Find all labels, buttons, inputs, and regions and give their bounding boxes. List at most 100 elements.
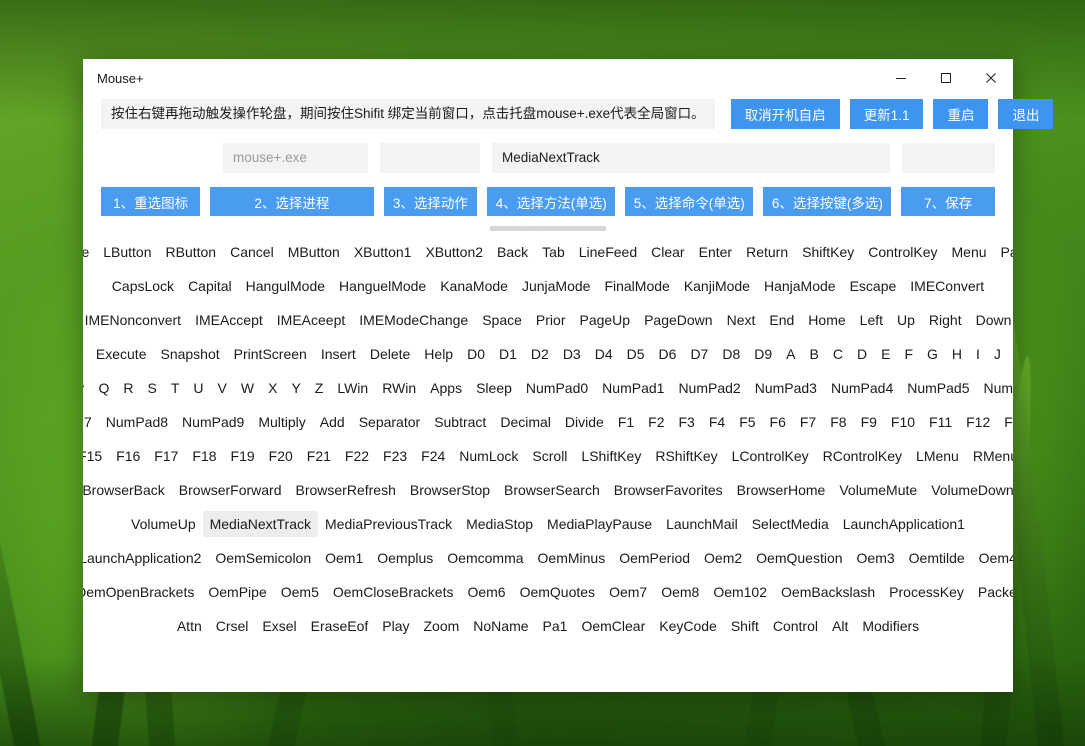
key-item[interactable]: D0 <box>460 341 492 367</box>
key-item[interactable]: BrowserSearch <box>497 477 607 503</box>
key-item[interactable]: XButton2 <box>418 239 490 265</box>
key-item[interactable]: Snapshot <box>153 341 226 367</box>
key-item[interactable]: OemSemicolon <box>208 545 318 571</box>
key-item[interactable]: W <box>234 375 261 401</box>
step-select-process-button[interactable]: 2、选择进程 <box>210 187 374 216</box>
key-item[interactable]: HanguelMode <box>332 273 433 299</box>
key-item[interactable]: Oemcomma <box>440 545 530 571</box>
key-item[interactable]: K <box>1008 341 1013 367</box>
key-item[interactable]: F11 <box>922 409 959 435</box>
key-item[interactable]: LControlKey <box>725 443 816 469</box>
key-item[interactable]: Pause <box>994 239 1013 265</box>
key-item[interactable]: F7 <box>793 409 823 435</box>
key-item[interactable]: J <box>987 341 1008 367</box>
key-item[interactable]: Up <box>890 307 922 333</box>
key-item[interactable]: Space <box>475 307 529 333</box>
key-item[interactable]: Multiply <box>251 409 312 435</box>
key-item[interactable]: F5 <box>732 409 762 435</box>
key-item[interactable]: LineFeed <box>572 239 644 265</box>
cancel-autostart-button[interactable]: 取消开机自启 <box>730 99 840 129</box>
key-item[interactable]: D8 <box>715 341 747 367</box>
key-item[interactable]: NoName <box>466 613 535 639</box>
key-item[interactable]: R <box>116 375 140 401</box>
key-item[interactable]: I <box>969 341 987 367</box>
key-item[interactable]: D9 <box>747 341 779 367</box>
key-item[interactable]: F8 <box>823 409 853 435</box>
key-item[interactable]: ControlKey <box>861 239 944 265</box>
key-item[interactable]: KanaMode <box>433 273 515 299</box>
key-item[interactable]: H <box>945 341 969 367</box>
key-item[interactable]: ShiftKey <box>795 239 861 265</box>
key-item[interactable]: Play <box>375 613 416 639</box>
key-item[interactable]: RButton <box>159 239 224 265</box>
key-item[interactable]: OemQuestion <box>749 545 849 571</box>
key-item[interactable]: Y <box>284 375 307 401</box>
key-item[interactable]: D1 <box>492 341 524 367</box>
key-item[interactable]: LaunchApplication1 <box>836 511 972 537</box>
key-item[interactable]: Decimal <box>493 409 558 435</box>
key-item[interactable]: F1 <box>611 409 641 435</box>
key-item[interactable]: D4 <box>588 341 620 367</box>
key-item[interactable]: Escape <box>843 273 904 299</box>
key-item[interactable]: BrowserStop <box>403 477 497 503</box>
key-item[interactable]: FinalMode <box>597 273 676 299</box>
key-item[interactable]: S <box>141 375 164 401</box>
key-item[interactable]: Oem102 <box>706 579 774 605</box>
minimize-button[interactable] <box>878 59 923 97</box>
key-item[interactable]: MediaStop <box>459 511 540 537</box>
key-item[interactable]: Oem7 <box>602 579 654 605</box>
key-item[interactable]: F17 <box>147 443 185 469</box>
key-item[interactable]: RControlKey <box>816 443 909 469</box>
key-item[interactable]: F9 <box>854 409 884 435</box>
step-select-command-button[interactable]: 5、选择命令(单选) <box>625 187 754 216</box>
key-item[interactable]: VolumeDown <box>924 477 1013 503</box>
key-item[interactable]: IMEAccept <box>188 307 270 333</box>
key-item[interactable]: Left <box>853 307 890 333</box>
step-select-key-button[interactable]: 6、选择按键(多选) <box>763 187 892 216</box>
key-item[interactable]: D5 <box>620 341 652 367</box>
key-item[interactable]: X <box>261 375 284 401</box>
key-item[interactable]: D <box>850 341 874 367</box>
key-item[interactable]: T <box>164 375 187 401</box>
key-item[interactable]: None <box>83 239 96 265</box>
key-item[interactable]: MediaPlayPause <box>540 511 659 537</box>
key-item[interactable]: Oem2 <box>697 545 749 571</box>
key-item[interactable]: Enter <box>692 239 739 265</box>
key-item[interactable]: F22 <box>338 443 376 469</box>
key-item[interactable]: Divide <box>558 409 611 435</box>
key-item[interactable]: Alt <box>825 613 855 639</box>
key-item[interactable]: Insert <box>314 341 363 367</box>
key-item[interactable]: F24 <box>414 443 452 469</box>
key-item[interactable]: Home <box>801 307 852 333</box>
key-item[interactable]: OemPeriod <box>612 545 697 571</box>
key-item[interactable]: JunjaMode <box>515 273 598 299</box>
key-item[interactable]: F18 <box>185 443 223 469</box>
key-item[interactable]: LButton <box>96 239 158 265</box>
key-item[interactable]: LMenu <box>909 443 966 469</box>
key-item[interactable]: NumPad5 <box>900 375 976 401</box>
key-item[interactable]: F21 <box>300 443 338 469</box>
key-item[interactable]: F19 <box>224 443 262 469</box>
key-item[interactable]: B <box>803 341 826 367</box>
key-item[interactable]: A <box>779 341 802 367</box>
key-item[interactable]: PageDown <box>637 307 720 333</box>
key-item[interactable]: Crsel <box>209 613 256 639</box>
key-item[interactable]: OemQuotes <box>513 579 602 605</box>
key-item[interactable]: Modifiers <box>855 613 926 639</box>
key-item[interactable]: Oem6 <box>460 579 512 605</box>
close-button[interactable] <box>968 59 1013 97</box>
key-item[interactable]: NumLock <box>452 443 525 469</box>
key-item[interactable]: OemBackslash <box>774 579 882 605</box>
key-item[interactable]: Right <box>922 307 969 333</box>
key-item[interactable]: Q <box>91 375 116 401</box>
key-item[interactable]: Packet <box>971 579 1013 605</box>
process-field[interactable]: mouse+.exe <box>223 143 368 173</box>
key-item[interactable]: D6 <box>652 341 684 367</box>
key-item[interactable]: F20 <box>262 443 300 469</box>
key-item[interactable]: NumPad9 <box>175 409 251 435</box>
key-item[interactable]: VolumeMute <box>832 477 924 503</box>
key-item[interactable]: RWin <box>375 375 423 401</box>
step-select-action-button[interactable]: 3、选择动作 <box>383 187 478 216</box>
key-item[interactable]: IMENonconvert <box>83 307 188 333</box>
key-item[interactable]: NumPad1 <box>595 375 671 401</box>
